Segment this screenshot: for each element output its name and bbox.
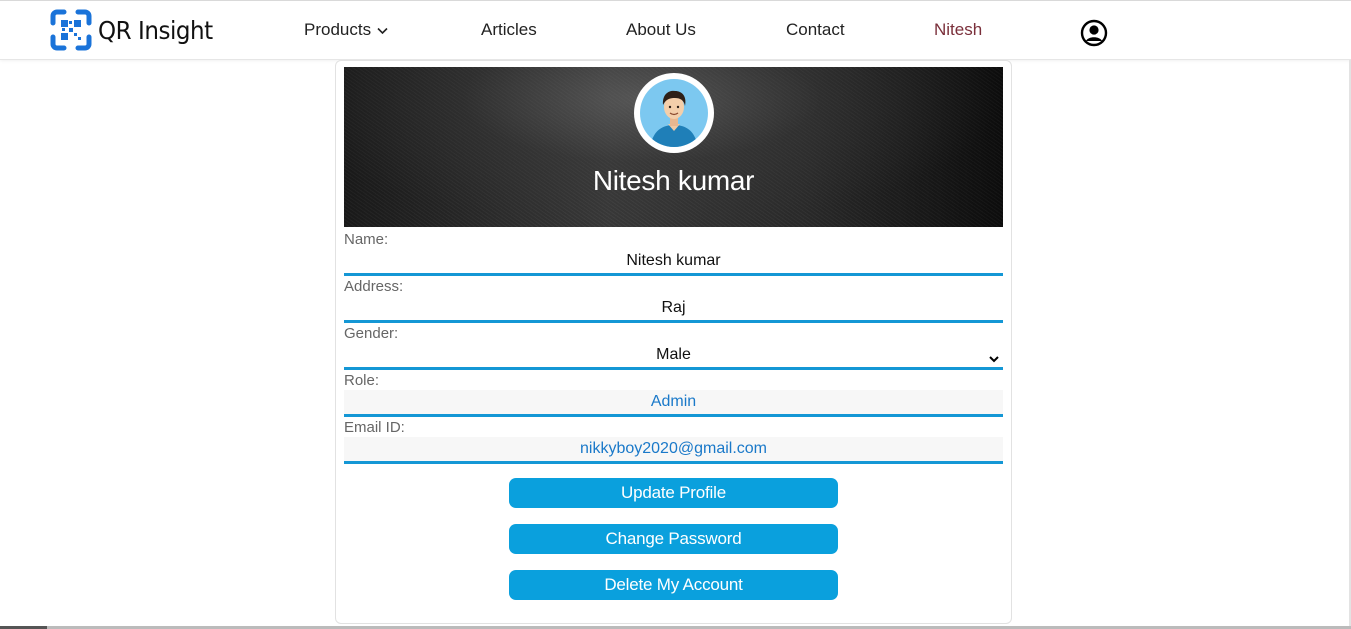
- nav-products-label: Products: [304, 20, 372, 39]
- address-field-group: Address: Raj: [344, 278, 1003, 323]
- nav-user-link[interactable]: Nitesh: [934, 20, 982, 40]
- nav-about-link[interactable]: About Us: [626, 20, 696, 40]
- delete-account-button[interactable]: Delete My Account: [509, 570, 838, 600]
- gender-selected-value: Male: [656, 346, 691, 363]
- email-field-group: Email ID: nikkyboy2020@gmail.com: [344, 419, 1003, 464]
- gender-field-group: Gender: Male: [344, 325, 1003, 370]
- gender-label: Gender:: [344, 325, 399, 342]
- profile-banner: Nitesh kumar: [344, 67, 1003, 227]
- address-label: Address:: [344, 278, 404, 295]
- profile-avatar: [634, 73, 714, 153]
- change-password-button[interactable]: Change Password: [509, 524, 838, 554]
- brand-name: QR Insight: [98, 15, 213, 45]
- chevron-down-icon: [377, 20, 388, 40]
- role-label: Role:: [344, 372, 380, 389]
- chevron-down-icon: [989, 351, 999, 363]
- name-input[interactable]: Nitesh kumar: [344, 249, 1003, 276]
- name-field-group: Name: Nitesh kumar: [344, 231, 1003, 276]
- profile-display-name: Nitesh kumar: [592, 165, 755, 196]
- profile-card: Nitesh kumar Name: Nitesh kumar Address:…: [335, 60, 1012, 624]
- nav-articles-link[interactable]: Articles: [481, 20, 537, 40]
- top-navbar: QR Insight Products Articles About Us Co…: [0, 0, 1351, 60]
- nav-products-menu[interactable]: Products: [304, 20, 388, 40]
- user-circle-icon[interactable]: [1080, 19, 1108, 47]
- role-field-group: Role: Admin: [344, 372, 1003, 417]
- email-readonly-field: nikkyboy2020@gmail.com: [344, 437, 1003, 464]
- nav-contact-link[interactable]: Contact: [786, 20, 845, 40]
- brand-link[interactable]: QR Insight: [50, 9, 223, 51]
- role-readonly-field: Admin: [344, 390, 1003, 417]
- email-label: Email ID:: [344, 419, 405, 436]
- qr-scan-logo-icon: [50, 9, 92, 51]
- update-profile-button[interactable]: Update Profile: [509, 478, 838, 508]
- gender-select[interactable]: Male: [344, 343, 1003, 370]
- address-input[interactable]: Raj: [344, 296, 1003, 323]
- name-label: Name:: [344, 231, 389, 248]
- male-avatar-illustration: [640, 79, 708, 147]
